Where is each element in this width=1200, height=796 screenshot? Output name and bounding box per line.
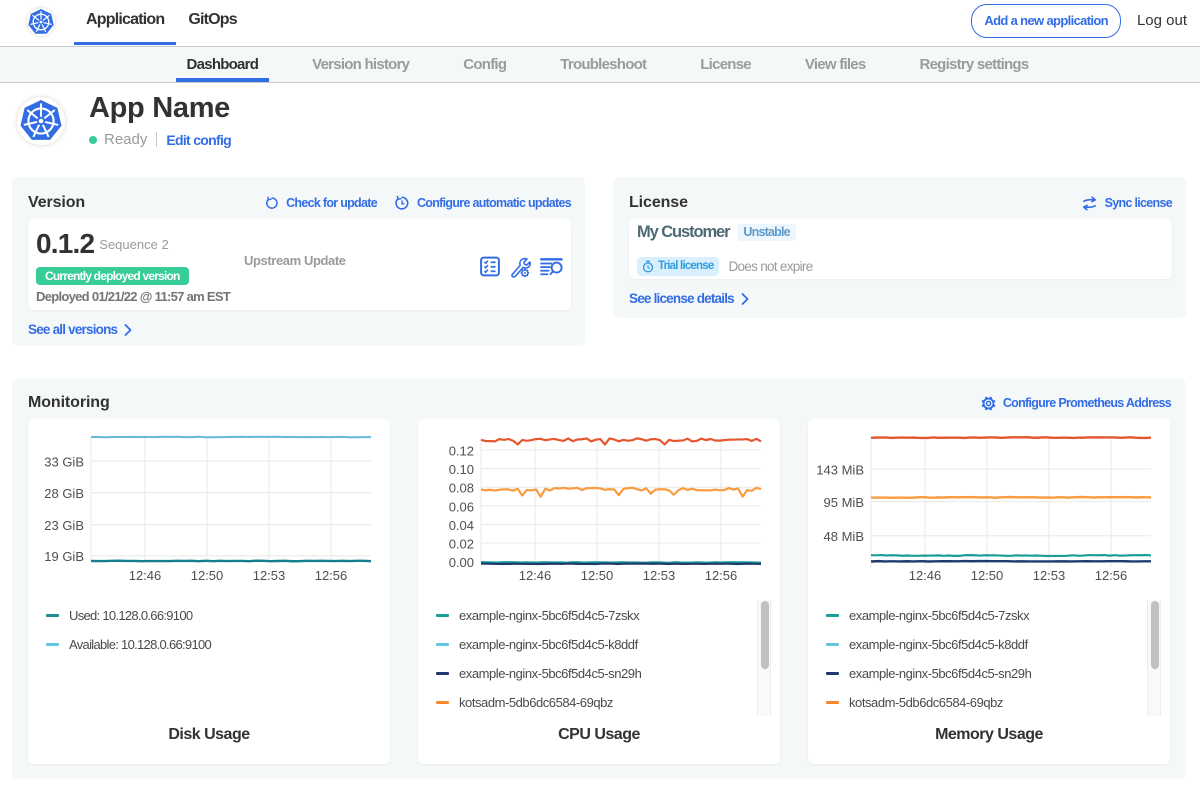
svg-text:48 MiB: 48 MiB — [824, 529, 864, 544]
svg-text:12:53: 12:53 — [253, 568, 286, 583]
svg-text:12:53: 12:53 — [643, 568, 676, 583]
svg-text:95 MiB: 95 MiB — [824, 495, 864, 510]
svg-text:19 GiB: 19 GiB — [44, 549, 84, 564]
svg-text:12:46: 12:46 — [129, 568, 162, 583]
svg-text:0.08: 0.08 — [449, 481, 474, 496]
svg-text:28 GiB: 28 GiB — [44, 486, 84, 501]
svg-text:12:50: 12:50 — [971, 568, 1004, 583]
svg-text:143 MiB: 143 MiB — [816, 463, 864, 478]
svg-text:12:46: 12:46 — [519, 568, 552, 583]
svg-text:12:56: 12:56 — [315, 568, 348, 583]
svg-text:0.00: 0.00 — [449, 555, 474, 570]
svg-text:12:46: 12:46 — [909, 568, 942, 583]
svg-text:0.06: 0.06 — [449, 499, 474, 514]
svg-text:12:53: 12:53 — [1033, 568, 1066, 583]
svg-text:0.12: 0.12 — [449, 444, 474, 459]
svg-text:12:50: 12:50 — [581, 568, 614, 583]
svg-text:12:50: 12:50 — [191, 568, 224, 583]
svg-text:12:56: 12:56 — [705, 568, 738, 583]
svg-text:12:56: 12:56 — [1095, 568, 1128, 583]
svg-text:0.04: 0.04 — [449, 518, 474, 533]
svg-text:33 GiB: 33 GiB — [44, 455, 84, 470]
svg-text:23 GiB: 23 GiB — [44, 518, 84, 533]
svg-text:0.10: 0.10 — [449, 462, 474, 477]
svg-text:0.02: 0.02 — [449, 537, 474, 552]
